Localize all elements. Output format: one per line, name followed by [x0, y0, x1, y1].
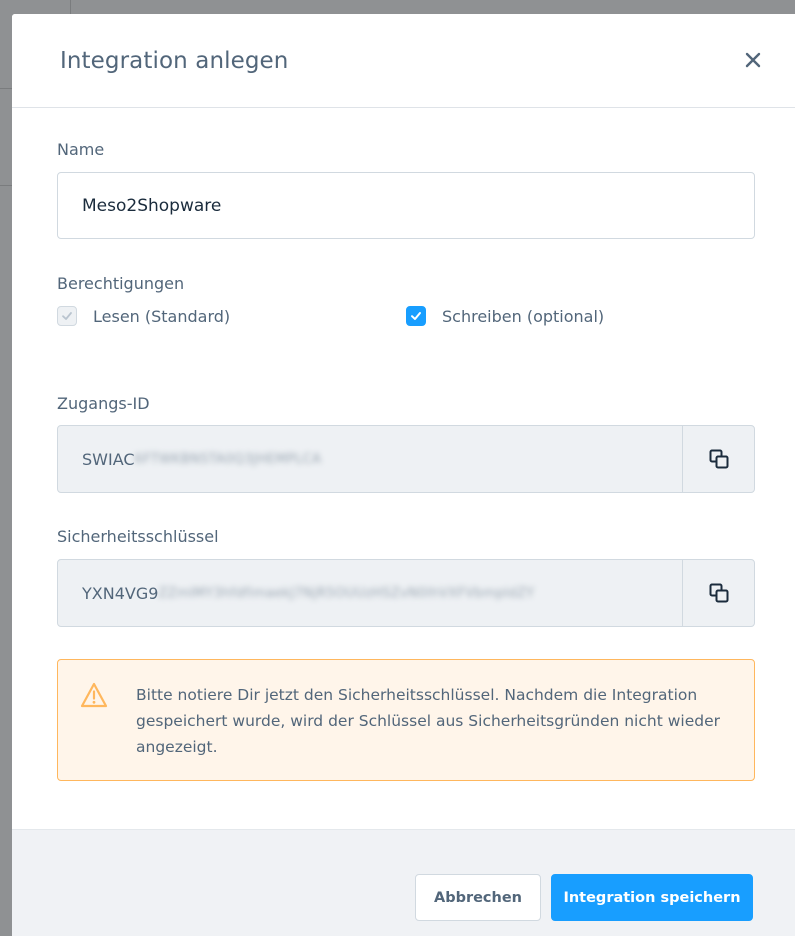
write-permission[interactable]: Schreiben (optional) — [406, 306, 604, 326]
cancel-button[interactable]: Abbrechen — [415, 874, 541, 921]
copy-access-id-button[interactable] — [682, 426, 754, 492]
secret-key-visible: YXN4VG9 — [82, 583, 159, 603]
write-label[interactable]: Schreiben (optional) — [442, 307, 604, 326]
copy-icon — [709, 583, 728, 603]
checkmark-icon — [62, 312, 72, 320]
secret-key-field: YXN4VG9 ZZmIMY3hfdfimaekJ7NjR5OUUzHSZvN0l… — [57, 559, 755, 627]
copy-secret-key-button[interactable] — [682, 560, 754, 626]
secret-key-label: Sicherheitsschlüssel — [57, 527, 219, 546]
save-integration-button[interactable]: Integration speichern — [551, 874, 753, 921]
warning-text: Bitte notiere Dir jetzt den Sicherheitss… — [136, 686, 720, 756]
background-divider — [70, 0, 71, 14]
warning-triangle-icon — [80, 682, 108, 708]
secret-key-obscured: ZZmIMY3hfdfimaekJ7NjR5OUUzHSZvN0lhVXFVbm… — [158, 585, 535, 601]
access-id-visible: SWIAC — [82, 449, 135, 469]
access-id-field: SWIAC 6FTWKBNSTA0Q3JHEMPLCA — [57, 425, 755, 493]
background-divider — [0, 185, 12, 186]
integration-modal: Integration anlegen Name Berechtigungen … — [12, 14, 795, 936]
name-input[interactable] — [57, 172, 755, 239]
permissions-label: Berechtigungen — [57, 274, 185, 293]
modal-header: Integration anlegen — [12, 14, 795, 108]
copy-icon — [709, 449, 728, 469]
write-checkbox[interactable] — [406, 306, 426, 326]
warning-alert: Bitte notiere Dir jetzt den Sicherheitss… — [57, 659, 755, 781]
close-icon — [745, 52, 761, 68]
read-checkbox — [57, 306, 77, 326]
access-id-obscured: 6FTWKBNSTA0Q3JHEMPLCA — [134, 451, 322, 467]
modal-title: Integration anlegen — [60, 48, 289, 74]
modal-footer: Abbrechen Integration speichern — [12, 829, 795, 936]
secret-key-value: YXN4VG9 ZZmIMY3hfdfimaekJ7NjR5OUUzHSZvN0l… — [58, 560, 682, 626]
background-divider — [0, 88, 12, 89]
read-permission: Lesen (Standard) — [57, 306, 230, 326]
access-id-label: Zugangs-ID — [57, 394, 150, 413]
access-id-value: SWIAC 6FTWKBNSTA0Q3JHEMPLCA — [58, 426, 682, 492]
name-label: Name — [57, 140, 105, 159]
read-label: Lesen (Standard) — [93, 306, 231, 326]
close-button[interactable] — [741, 48, 765, 72]
checkmark-icon — [411, 312, 421, 320]
